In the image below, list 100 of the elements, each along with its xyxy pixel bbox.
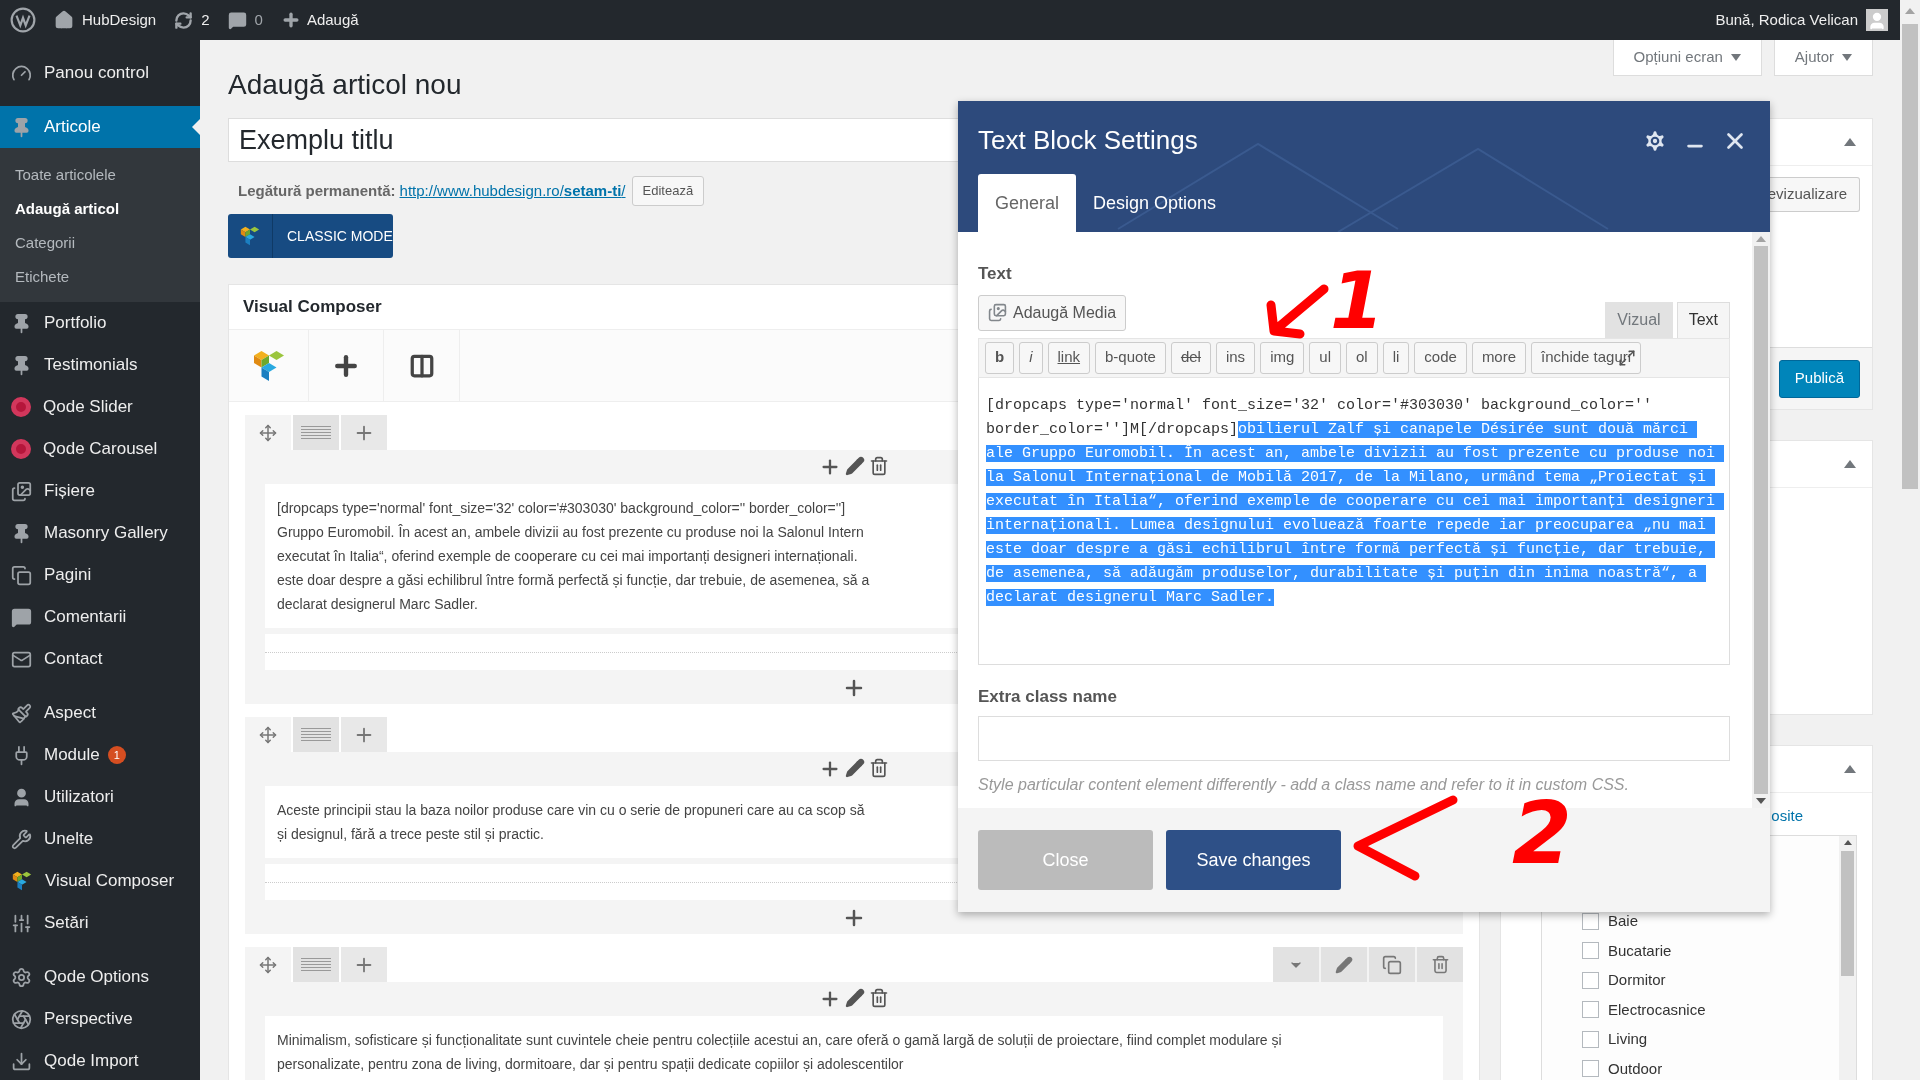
collapse-icon[interactable] — [1844, 138, 1856, 146]
submenu-item[interactable]: Adaugă articol — [0, 192, 200, 226]
publish-button[interactable]: Publică — [1778, 359, 1860, 398]
delete-icon[interactable] — [869, 988, 889, 1008]
checkbox[interactable] — [1582, 971, 1599, 989]
text-line: executat în Italia“, oferind exemple de cooperare cu cei mai importanți designeri internaționali. — [277, 547, 858, 566]
comment-icon — [227, 10, 247, 30]
save-button[interactable]: Save changes — [1166, 830, 1341, 890]
quicktag-button[interactable]: b-quote — [1095, 341, 1166, 374]
quicktag-button[interactable]: ul — [1309, 341, 1341, 374]
checkbox[interactable] — [1582, 912, 1599, 930]
submenu-item[interactable]: Categorii — [0, 226, 200, 260]
checkbox-label: Baie — [1608, 911, 1639, 931]
quicktag-button[interactable]: b — [985, 341, 1015, 374]
menu-item[interactable]: Unelte — [0, 818, 200, 860]
screen-tab[interactable]: Opțiuni ecran — [1612, 40, 1762, 76]
quicktag-button[interactable]: ins — [1215, 341, 1256, 374]
editor-tab[interactable]: Vizual — [1605, 301, 1673, 338]
menu-item[interactable]: Qode Slider — [0, 386, 200, 428]
caret-icon — [1730, 54, 1741, 61]
dialog-tab[interactable]: Design Options — [1076, 174, 1234, 232]
content-textarea[interactable] — [978, 377, 1730, 665]
images-icon — [11, 480, 32, 502]
edit-icon[interactable] — [845, 988, 865, 1008]
text-line: Aceste principii stau la baza noilor produse care vin cu o serie de propuneri care au ca scop să — [277, 801, 865, 820]
checkbox[interactable] — [1582, 1060, 1599, 1078]
field-label: Extra class name — [978, 685, 1118, 708]
add-media-button[interactable]: Adaugă Media — [978, 294, 1127, 331]
copy-icon — [1382, 954, 1402, 975]
submenu-item[interactable]: Toate articolele — [0, 158, 200, 192]
add-button[interactable] — [341, 415, 387, 450]
tab-link[interactable]: osite — [1771, 805, 1803, 835]
checkbox[interactable] — [1582, 942, 1599, 960]
new-link[interactable]: Adaugă — [280, 8, 359, 32]
collapse-icon[interactable] — [1844, 460, 1856, 468]
page-title: Adaugă articol nou — [228, 68, 462, 102]
comments-link[interactable]: 0 — [227, 8, 263, 32]
menu-item[interactable]: Module 1 — [0, 734, 200, 776]
text-line: Gruppo Euromobil. În acest an, ambele divizii au fost prezente cu produse noi la Salonul Intern — [277, 523, 864, 542]
menu-item[interactable]: Setări — [0, 902, 200, 944]
quicktag-button[interactable]: li — [1382, 341, 1410, 374]
quicktag-button[interactable]: ol — [1346, 341, 1378, 374]
menu-item[interactable]: Articole — [0, 106, 200, 148]
quicktag-button[interactable]: link — [1047, 341, 1091, 374]
edit-button[interactable]: Editează — [631, 176, 705, 206]
delete-icon[interactable] — [869, 456, 889, 476]
menu-item[interactable]: Utilizatori — [0, 776, 200, 818]
menu-item[interactable]: Perspective — [0, 998, 200, 1040]
edit-icon[interactable] — [845, 758, 865, 778]
editor-tab[interactable]: Text — [1676, 301, 1730, 338]
edit-button[interactable] — [1321, 947, 1367, 982]
quicktag-button[interactable]: del — [1170, 341, 1211, 374]
quicktag-button[interactable]: închide taguri — [1531, 341, 1642, 374]
menu-item[interactable]: Contact — [0, 638, 200, 680]
menu-item[interactable]: Qode Carousel — [0, 428, 200, 470]
menu-item[interactable]: Aspect — [0, 692, 200, 734]
download-icon — [11, 1050, 32, 1072]
quicktag-button[interactable]: i — [1019, 341, 1043, 374]
edit-icon[interactable] — [845, 456, 865, 476]
lines-icon — [301, 426, 331, 439]
delete-button[interactable] — [1417, 947, 1463, 982]
text-line: este doar despre a găsi echilibrul între formă perfectă și funcție, dar trebuie, de asemenea, să a — [277, 571, 870, 590]
quicktag-button[interactable]: code — [1414, 341, 1467, 374]
clone-button[interactable] — [1369, 947, 1415, 982]
dialog-tab[interactable]: General — [978, 174, 1077, 232]
checkbox[interactable] — [1582, 1001, 1599, 1019]
updates-link[interactable]: 2 — [174, 8, 210, 32]
lines-icon — [301, 728, 331, 741]
delete-icon[interactable] — [869, 758, 889, 778]
classic-mode-button[interactable]: CLASSIC MODE — [228, 214, 393, 258]
submenu-item[interactable]: Etichete — [0, 260, 200, 294]
quicktag-button[interactable]: more — [1471, 341, 1527, 374]
logo-icon[interactable] — [10, 7, 36, 33]
quicktag-button[interactable]: img — [1260, 341, 1305, 374]
menu-item[interactable]: Comentarii — [0, 596, 200, 638]
menu-item[interactable]: Pagini — [0, 554, 200, 596]
site-link[interactable]: HubDesign — [54, 8, 157, 32]
menu-item[interactable]: Panou control — [0, 52, 200, 94]
collapse-icon[interactable] — [1844, 765, 1856, 773]
add-button[interactable] — [341, 717, 387, 752]
account-link[interactable]: Bună, Rodica Velican — [1715, 8, 1888, 32]
add-button[interactable] — [341, 947, 387, 982]
menu-item[interactable]: Fișiere — [0, 470, 200, 512]
menu-item[interactable]: Visual Composer — [0, 860, 200, 902]
menu-item[interactable]: Testimonials — [0, 344, 200, 386]
class-input-field[interactable] — [978, 716, 1730, 761]
media-icon — [988, 303, 1007, 322]
permalink-link[interactable]: http://www.hubdesign.ro/setam-ti/ — [399, 179, 626, 203]
move-handle[interactable] — [245, 415, 291, 450]
checkbox[interactable] — [1582, 1030, 1599, 1048]
menu-item[interactable]: Qode Options — [0, 956, 200, 998]
menu-item[interactable]: Masonry Gallery — [0, 512, 200, 554]
annotation-number: 1 — [1330, 262, 1385, 340]
move-handle[interactable] — [245, 947, 291, 982]
screen-tab[interactable]: Ajutor — [1773, 40, 1873, 76]
move-handle[interactable] — [245, 717, 291, 752]
text-line: și designul, fără a trece peste stil și practic. — [277, 825, 544, 844]
menu-item[interactable]: Qode Import — [0, 1040, 200, 1080]
menu-item[interactable]: Portfolio — [0, 302, 200, 344]
checkbox-label: Electrocasnice — [1608, 999, 1706, 1020]
